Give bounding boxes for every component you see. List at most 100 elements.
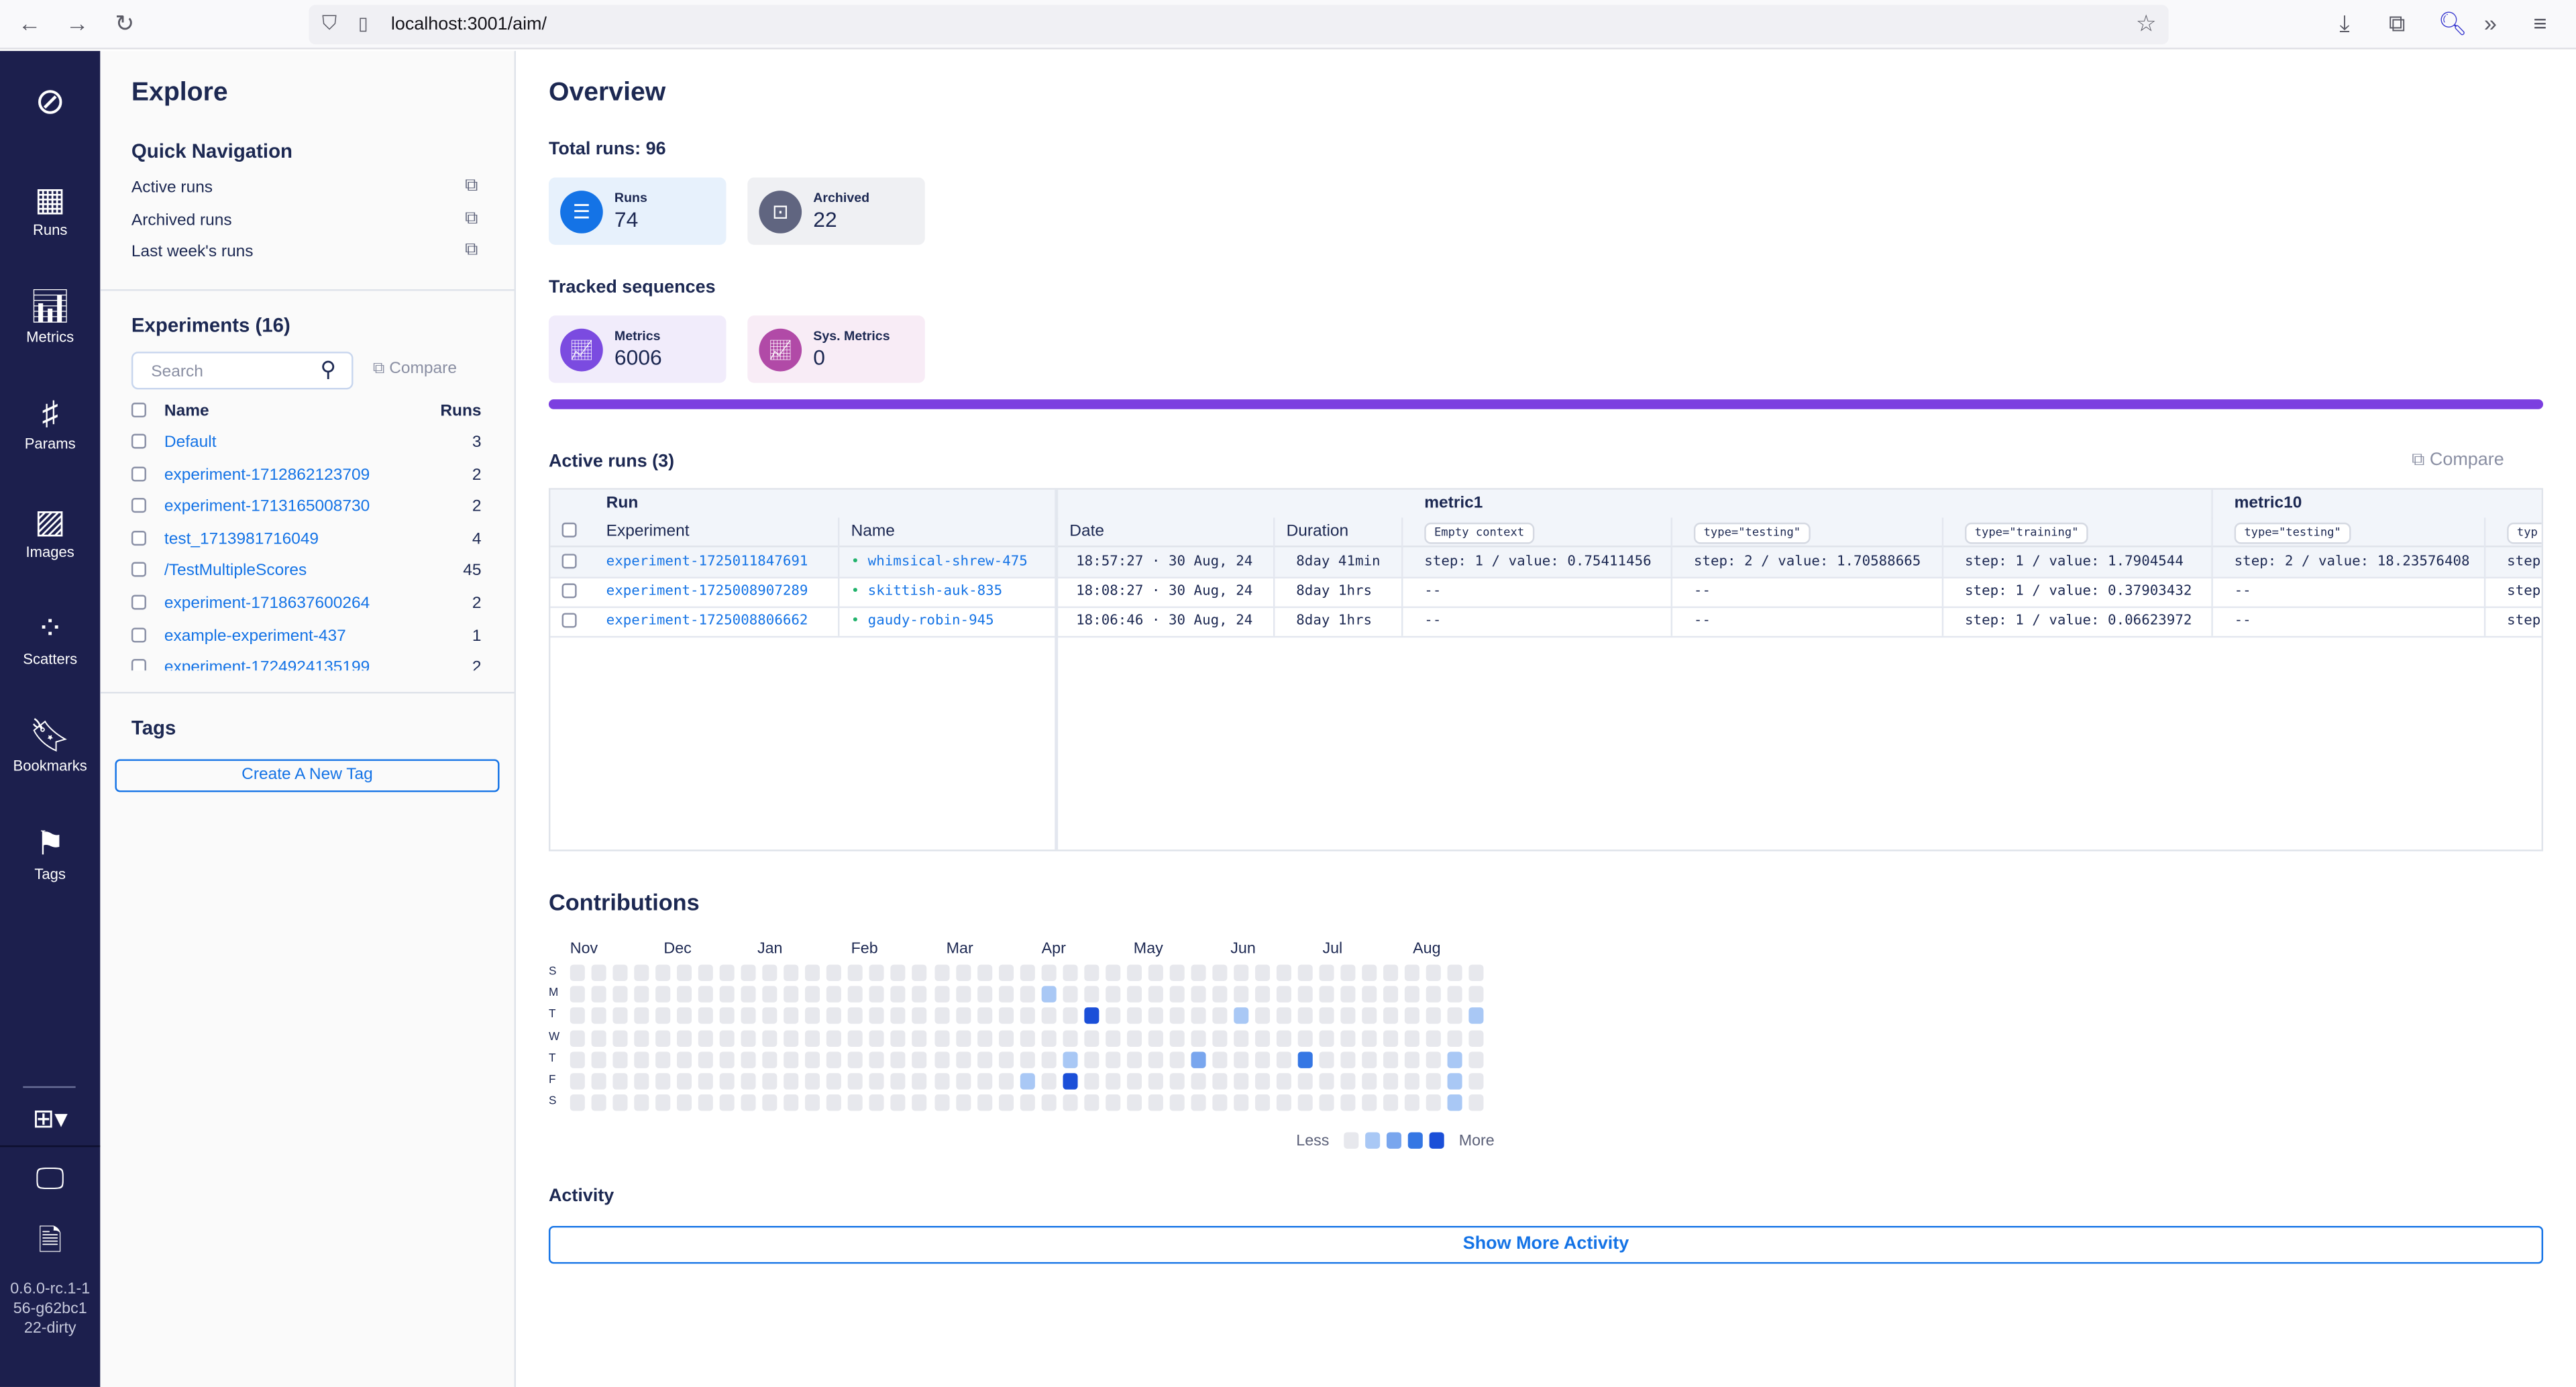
contribution-cell[interactable] xyxy=(977,1094,992,1111)
contribution-cell[interactable] xyxy=(1319,1008,1334,1025)
experiment-search-input[interactable]: Search ⚲ xyxy=(131,352,354,390)
run-checkbox[interactable] xyxy=(561,583,577,599)
contribution-cell[interactable] xyxy=(1019,1051,1034,1068)
contribution-cell[interactable] xyxy=(1276,964,1291,982)
contribution-cell[interactable] xyxy=(1426,1051,1442,1068)
contribution-cell[interactable] xyxy=(698,964,714,982)
contribution-cell[interactable] xyxy=(869,986,885,1003)
contribution-cell[interactable] xyxy=(677,1008,692,1025)
contribution-cell[interactable] xyxy=(826,1094,842,1111)
contribution-cell[interactable] xyxy=(1469,964,1485,982)
contribution-cell[interactable] xyxy=(1040,1094,1056,1111)
contribution-cell[interactable] xyxy=(998,1094,1014,1111)
contribution-cell[interactable] xyxy=(1212,1008,1228,1025)
contribution-cell[interactable] xyxy=(891,1029,906,1047)
nav-scatters[interactable]: ⁘ Scatters xyxy=(0,611,100,667)
contribution-cell[interactable] xyxy=(1362,1073,1377,1090)
extensions-icon[interactable]: ⧉ xyxy=(2389,10,2405,38)
context-header[interactable]: Empty context xyxy=(1403,517,1673,548)
contribution-cell[interactable] xyxy=(1212,1029,1228,1047)
column-header-name[interactable]: Name xyxy=(839,517,1059,548)
contribution-cell[interactable] xyxy=(1276,1073,1291,1090)
contribution-cell[interactable] xyxy=(1234,1008,1249,1025)
external-link-icon[interactable]: ⧉ xyxy=(465,208,478,229)
contribution-cell[interactable] xyxy=(591,1008,606,1025)
contribution-cell[interactable] xyxy=(1169,986,1185,1003)
contribution-cell[interactable] xyxy=(1191,1029,1206,1047)
contribution-cell[interactable] xyxy=(1254,986,1270,1003)
contribution-cell[interactable] xyxy=(784,1094,799,1111)
run-experiment-link[interactable]: experiment-1725011847691 xyxy=(595,547,840,577)
contribution-cell[interactable] xyxy=(998,1051,1014,1068)
context-header[interactable]: type="testing" xyxy=(2213,517,2486,548)
contribution-cell[interactable] xyxy=(998,964,1014,982)
contribution-cell[interactable] xyxy=(934,964,949,982)
contribution-cell[interactable] xyxy=(591,1029,606,1047)
contribution-cell[interactable] xyxy=(1105,1008,1120,1025)
experiment-row[interactable]: example-experiment-437 1 xyxy=(100,627,516,654)
contribution-cell[interactable] xyxy=(1254,1008,1270,1025)
contribution-cell[interactable] xyxy=(1019,1008,1034,1025)
contribution-cell[interactable] xyxy=(891,964,906,982)
contribution-cell[interactable] xyxy=(1297,986,1313,1003)
bookmark-star-icon[interactable]: ☆ xyxy=(2136,10,2157,38)
contribution-cell[interactable] xyxy=(1169,964,1185,982)
contribution-cell[interactable] xyxy=(955,986,971,1003)
contribution-cell[interactable] xyxy=(1148,1029,1163,1047)
contribution-cell[interactable] xyxy=(1019,1029,1034,1047)
contribution-cell[interactable] xyxy=(1254,1029,1270,1047)
contribution-cell[interactable] xyxy=(1319,1073,1334,1090)
contribution-cell[interactable] xyxy=(1234,1073,1249,1090)
contribution-cell[interactable] xyxy=(1234,986,1249,1003)
contribution-cell[interactable] xyxy=(762,1073,778,1090)
run-name-link[interactable]: • whimsical-shrew-475 xyxy=(839,547,1059,577)
contribution-cell[interactable] xyxy=(1019,986,1034,1003)
contribution-cell[interactable] xyxy=(848,1029,863,1047)
run-experiment-link[interactable]: experiment-1725008907289 xyxy=(595,576,840,607)
run-experiment-link[interactable]: experiment-1725008806662 xyxy=(595,606,840,636)
contribution-cell[interactable] xyxy=(1191,964,1206,982)
contribution-cell[interactable] xyxy=(612,1073,628,1090)
contribution-cell[interactable] xyxy=(1062,1008,1077,1025)
contribution-cell[interactable] xyxy=(998,1008,1014,1025)
run-name-link[interactable]: • gaudy-robin-945 xyxy=(839,606,1059,636)
contribution-cell[interactable] xyxy=(1405,1008,1420,1025)
contribution-cell[interactable] xyxy=(805,1051,820,1068)
contribution-cell[interactable] xyxy=(1083,1073,1099,1090)
experiment-name[interactable]: experiment-1712862123709 xyxy=(164,466,370,484)
contribution-cell[interactable] xyxy=(1040,1029,1056,1047)
contribution-cell[interactable] xyxy=(891,1094,906,1111)
contribution-cell[interactable] xyxy=(1405,1051,1420,1068)
contribution-cell[interactable] xyxy=(998,986,1014,1003)
contribution-cell[interactable] xyxy=(1405,1073,1420,1090)
contribution-cell[interactable] xyxy=(1105,964,1120,982)
contribution-cell[interactable] xyxy=(912,1094,928,1111)
contribution-cell[interactable] xyxy=(1340,986,1356,1003)
nav-runs[interactable]: ▦ Runs xyxy=(0,183,100,238)
experiment-checkbox[interactable] xyxy=(131,659,146,671)
contribution-cell[interactable] xyxy=(1405,1094,1420,1111)
contribution-cell[interactable] xyxy=(1126,964,1142,982)
contribution-cell[interactable] xyxy=(1276,1029,1291,1047)
contribution-cell[interactable] xyxy=(655,1073,671,1090)
contribution-cell[interactable] xyxy=(1448,1051,1463,1068)
experiment-row[interactable]: experiment-1718637600264 2 xyxy=(100,595,516,621)
contribution-cell[interactable] xyxy=(698,1073,714,1090)
contribution-cell[interactable] xyxy=(1040,964,1056,982)
contribution-cell[interactable] xyxy=(762,1029,778,1047)
contribution-cell[interactable] xyxy=(1169,1029,1185,1047)
contribution-cell[interactable] xyxy=(1469,986,1485,1003)
contribution-cell[interactable] xyxy=(591,986,606,1003)
overflow-icon[interactable]: » xyxy=(2484,10,2497,36)
contribution-cell[interactable] xyxy=(1362,1094,1377,1111)
contribution-cell[interactable] xyxy=(1448,1008,1463,1025)
contribution-cell[interactable] xyxy=(1191,986,1206,1003)
experiment-name[interactable]: /TestMultipleScores xyxy=(164,563,307,581)
experiment-name[interactable]: test_1713981716049 xyxy=(164,531,319,549)
contribution-cell[interactable] xyxy=(741,1029,757,1047)
contribution-cell[interactable] xyxy=(1234,1094,1249,1111)
contribution-cell[interactable] xyxy=(1019,964,1034,982)
contribution-cell[interactable] xyxy=(591,1073,606,1090)
contribution-cell[interactable] xyxy=(655,986,671,1003)
contribution-cell[interactable] xyxy=(1083,986,1099,1003)
